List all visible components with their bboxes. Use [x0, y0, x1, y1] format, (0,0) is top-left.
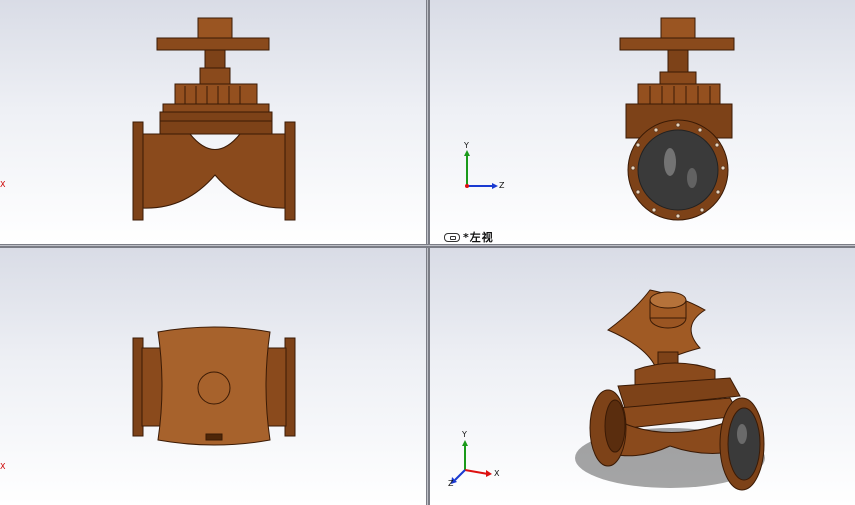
- triad-z-label: Z: [499, 181, 505, 190]
- view-triad-icon: [464, 150, 498, 189]
- iso-triad-z-label: Z: [448, 479, 454, 488]
- viewport-front[interactable]: X: [0, 0, 426, 244]
- triad-y-label: Y: [464, 141, 469, 150]
- view-triad-icon: [451, 440, 492, 484]
- left-view-valve-model: [464, 17, 735, 221]
- viewport-top[interactable]: X: [0, 248, 426, 505]
- viewport-horizontal-splitter[interactable]: [0, 244, 855, 248]
- viewport-isometric[interactable]: Y X Z: [430, 248, 855, 505]
- link-icon: [444, 232, 460, 242]
- view-name-text: *左视: [463, 231, 494, 244]
- front-view-valve-model: [132, 17, 296, 221]
- iso-triad-y-label: Y: [462, 430, 467, 439]
- iso-triad-x-label: X: [494, 469, 500, 478]
- front-edge-x-axis-label: X: [0, 180, 6, 189]
- viewport-vertical-splitter[interactable]: [426, 0, 430, 505]
- view-name-label: *左视: [444, 229, 494, 244]
- top-view-valve-model: [132, 326, 296, 446]
- quad-viewport: X Y Z *左视 X Y X Z: [0, 0, 855, 505]
- viewport-left[interactable]: Y Z *左视: [430, 0, 855, 244]
- top-edge-x-axis-label: X: [0, 462, 6, 471]
- isometric-view-valve-model: [451, 289, 765, 491]
